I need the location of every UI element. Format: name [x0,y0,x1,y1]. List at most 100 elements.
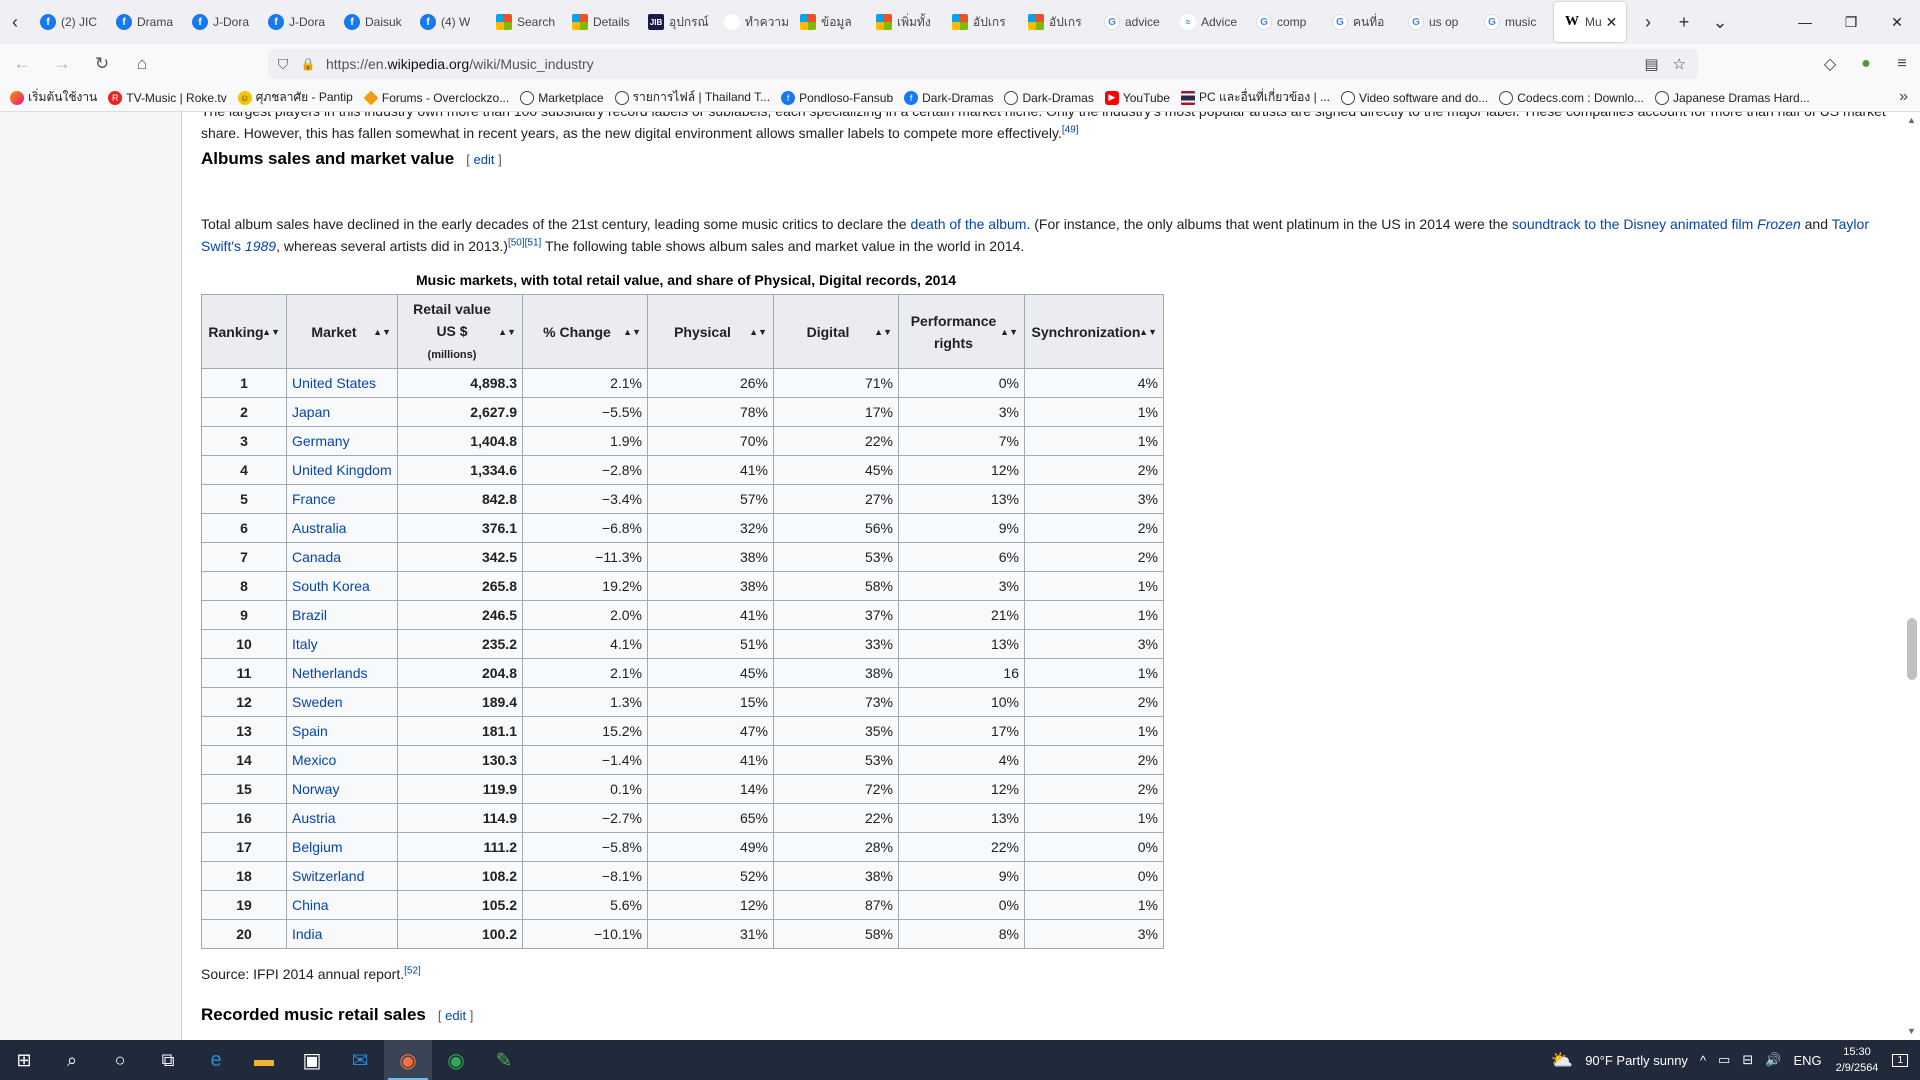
browser-tab[interactable]: อัปเกร [1018,2,1094,42]
sort-icon[interactable]: ▲▼ [498,327,516,336]
new-tab-button[interactable]: + [1666,0,1702,44]
browser-tab[interactable]: f Daisuk [334,2,410,42]
market-link[interactable]: Switzerland [292,868,364,884]
scrollbar-thumb[interactable] [1907,618,1917,680]
frozen-soundtrack-link[interactable]: soundtrack to the Disney animated film F… [1512,216,1801,232]
page-scrollbar[interactable]: ▲ ▼ [1903,112,1920,1040]
cortana-icon[interactable]: ○ [96,1040,144,1080]
bookmark-star-icon[interactable]: ☆ [1673,55,1686,73]
home-button[interactable]: ⌂ [124,48,160,80]
bookmark-item[interactable]: Video software and do... [1341,90,1488,105]
mail-taskbar-icon[interactable]: ✉ [336,1040,384,1080]
browser-tab[interactable]: Gus op [1398,2,1474,42]
bookmark-item[interactable]: เริ่มต้นใช้งาน [10,88,97,107]
market-link[interactable]: Austria [292,810,336,826]
bookmark-item[interactable]: Marketplace [520,90,604,105]
browser-tab[interactable]: Gcomp [1246,2,1322,42]
bookmark-item[interactable]: f Dark-Dramas [904,90,993,105]
market-link[interactable]: India [292,926,322,942]
task-view-icon[interactable]: ⧉ [144,1040,192,1080]
back-button[interactable]: ← [4,48,40,80]
reload-button[interactable]: ↻ [84,48,120,80]
edit-section-link[interactable]: [ edit ] [466,152,501,167]
scroll-up-icon[interactable]: ▲ [1903,112,1920,129]
bookmark-item[interactable]: ☺ ศุภชลาศัย - Pantip [237,88,353,107]
forward-button[interactable]: → [44,48,80,80]
active-browser-tab[interactable]: W Mu ✕ [1554,2,1626,42]
volume-icon[interactable]: 🔊 [1765,1052,1781,1068]
minimize-button[interactable]: — [1782,0,1828,44]
browser-tab[interactable]: G คนที่อ [1322,2,1398,42]
death-of-album-link[interactable]: death of the album [910,216,1026,232]
pocket-icon[interactable]: ◇ [1812,44,1848,84]
citation-50-51[interactable]: [50][51] [508,237,541,248]
market-link[interactable]: Canada [292,549,341,565]
chrome-taskbar-icon[interactable]: ◉ [432,1040,480,1080]
notification-center-icon[interactable]: 1 [1892,1053,1908,1067]
market-link[interactable]: Germany [292,433,350,449]
market-link[interactable]: Australia [292,520,346,536]
sort-icon[interactable]: ▲▼ [749,327,767,336]
close-tab-icon[interactable]: ✕ [1606,14,1618,31]
browser-tab[interactable]: JIB อุปกรณ์ [638,2,714,42]
sort-icon[interactable]: ▲▼ [874,327,892,336]
header-digital[interactable]: Digital ▲▼ [773,294,899,369]
browser-tab[interactable]: f (4) W [410,2,486,42]
bookmarks-overflow-button[interactable]: » [1899,88,1908,106]
bookmark-item[interactable]: PC และอื่นที่เกี่ยวข้อง | ... [1180,88,1330,107]
weather-text[interactable]: 90°F Partly sunny [1585,1053,1688,1068]
citation-52[interactable]: [52] [404,965,421,976]
edit-section-link[interactable]: [ edit ] [438,1008,473,1023]
market-link[interactable]: Belgium [292,839,343,855]
header-percent-change[interactable]: % Change ▲▼ [522,294,648,369]
sort-icon[interactable]: ▲▼ [262,327,280,336]
browser-tab[interactable]: Gmusic [1474,2,1550,42]
market-link[interactable]: Mexico [292,752,336,768]
network-icon[interactable]: ⊟ [1742,1052,1753,1068]
header-performance-rights[interactable]: Performance rights ▲▼ [898,294,1025,369]
header-ranking[interactable]: Ranking ▲▼ [201,294,287,369]
scroll-down-icon[interactable]: ▼ [1903,1023,1920,1040]
menu-icon[interactable]: ≡ [1884,44,1920,84]
browser-tab[interactable]: ข้อมูล [790,2,866,42]
url-bar[interactable]: ⛉ 🔒 https://en.wikipedia.org/wiki/Music_… [268,49,1698,79]
browser-tab[interactable]: f J-Dora [182,2,258,42]
app-taskbar-icon[interactable]: ✎ [480,1040,528,1080]
store-taskbar-icon[interactable]: ▣ [288,1040,336,1080]
browser-tab[interactable]: Details [562,2,638,42]
market-link[interactable]: Sweden [292,694,343,710]
tracking-protection-icon[interactable]: ⛉ [268,56,298,73]
tab-scroll-right-button[interactable]: › [1630,0,1666,44]
market-link[interactable]: United States [292,375,376,391]
sort-icon[interactable]: ▲▼ [623,327,641,336]
bookmark-item[interactable]: Dark-Dramas [1004,90,1094,105]
url-text[interactable]: https://en.wikipedia.org/wiki/Music_indu… [326,56,594,72]
bookmark-item[interactable]: รายการไฟล์ | Thailand T... [614,88,770,107]
weather-icon[interactable]: ⛅ [1551,1050,1573,1071]
bookmark-item[interactable]: R TV-Music | Roke.tv [108,90,227,105]
market-link[interactable]: China [292,897,329,913]
market-link[interactable]: Italy [292,636,318,652]
market-link[interactable]: France [292,491,336,507]
language-indicator[interactable]: ENG [1793,1053,1821,1068]
edge-taskbar-icon[interactable]: e [192,1040,240,1080]
sort-icon[interactable]: ▲▼ [1000,327,1018,336]
meet-now-icon[interactable]: ▭ [1718,1052,1730,1068]
sort-icon[interactable]: ▲▼ [373,327,391,336]
lock-icon[interactable]: 🔒 [298,57,318,71]
browser-tab[interactable]: ≈ Advice [1170,2,1246,42]
header-synchronization[interactable]: Synchronization ▲▼ [1024,294,1164,369]
header-physical[interactable]: Physical ▲▼ [647,294,774,369]
bookmark-item[interactable]: Forums - Overclockzo... [363,90,509,105]
bookmark-item[interactable]: ▶ YouTube [1104,90,1170,105]
market-link[interactable]: Norway [292,781,339,797]
firefox-taskbar-icon[interactable]: ◉ [384,1040,432,1080]
tray-chevron-icon[interactable]: ^ [1700,1053,1706,1068]
browser-tab[interactable]: อัปเกร [942,2,1018,42]
browser-tab[interactable]: Search [486,2,562,42]
bookmark-item[interactable]: Codecs.com : Downlo... [1499,90,1644,105]
tab-scroll-left-button[interactable]: ‹ [0,0,30,44]
file-explorer-taskbar-icon[interactable]: ▬ [240,1040,288,1080]
clock[interactable]: 15:30 2/9/2564 [1836,1044,1879,1076]
market-link[interactable]: Japan [292,404,330,420]
